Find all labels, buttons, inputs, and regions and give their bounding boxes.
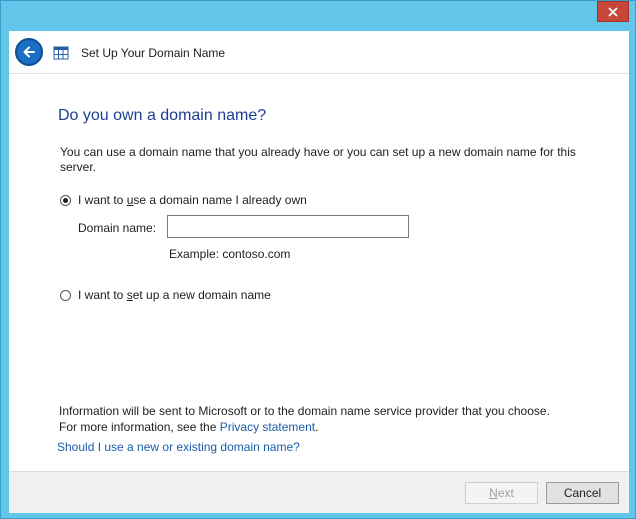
option-existing-label[interactable]: I want to use a domain name I already ow… [78, 193, 307, 207]
back-arrow-icon [23, 46, 35, 58]
privacy-statement-link[interactable]: Privacy statement [220, 420, 315, 434]
help-link[interactable]: Should I use a new or existing domain na… [57, 440, 300, 454]
radio-existing-domain[interactable] [60, 194, 71, 206]
window-frame: Set Up Your Domain Name Do you own a dom… [0, 0, 636, 519]
wizard-footer: Next Cancel [9, 471, 629, 513]
close-icon [608, 6, 618, 17]
domain-name-label: Domain name: [78, 221, 157, 235]
option-existing-domain[interactable]: I want to use a domain name I already ow… [60, 193, 307, 207]
option-new-domain[interactable]: I want to set up a new domain name [60, 288, 271, 302]
close-button[interactable] [597, 1, 629, 22]
domain-name-input[interactable] [167, 215, 409, 238]
info-line-2: For more information, see the Privacy st… [59, 420, 319, 434]
privacy-info: Information will be sent to Microsoft or… [59, 403, 589, 435]
info-line-1: Information will be sent to Microsoft or… [59, 404, 550, 418]
wizard-content: Do you own a domain name? You can use a … [9, 73, 629, 472]
option-new-label[interactable]: I want to set up a new domain name [78, 288, 271, 302]
app-grid-icon [53, 46, 69, 60]
page-heading: Do you own a domain name? [58, 107, 267, 124]
wizard-title: Set Up Your Domain Name [81, 46, 226, 60]
radio-new-domain[interactable] [60, 289, 71, 301]
cancel-button[interactable]: Cancel [546, 482, 619, 504]
domain-example-text: Example: contoso.com [169, 247, 291, 261]
intro-text: You can use a domain name that you alrea… [60, 145, 576, 174]
wizard-header: Set Up Your Domain Name [9, 31, 629, 73]
next-button[interactable]: Next [465, 482, 538, 504]
back-button[interactable] [15, 38, 43, 66]
